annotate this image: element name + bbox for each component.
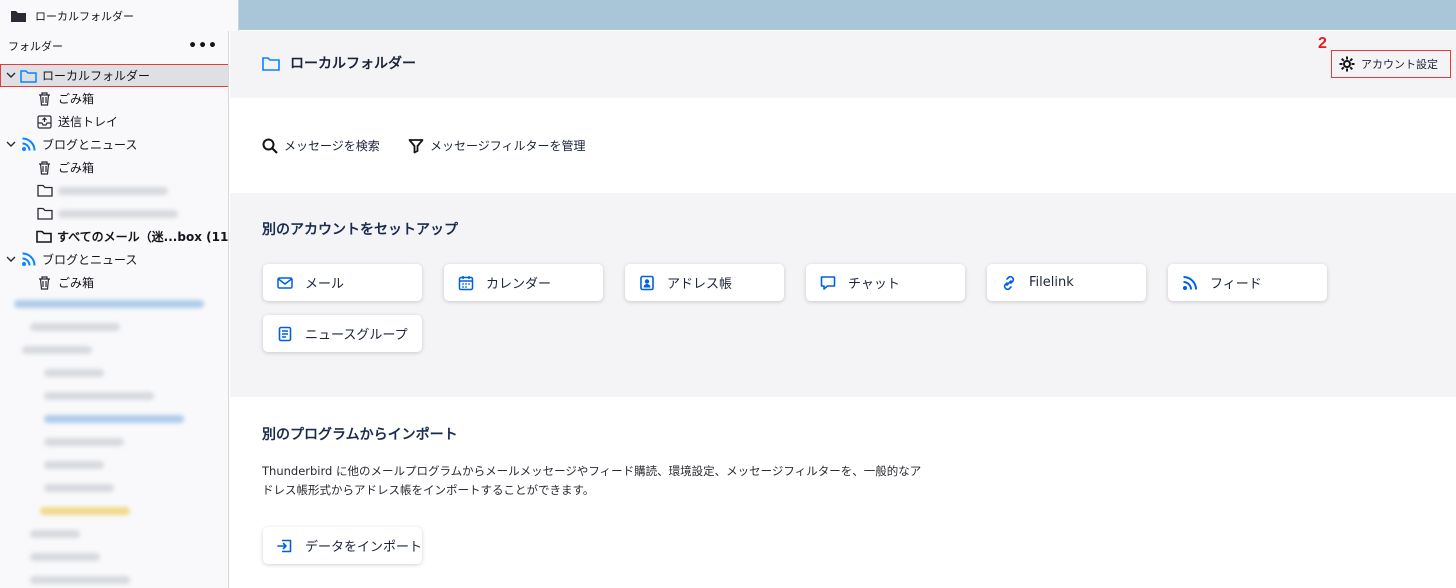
blurred-folder-row — [22, 346, 92, 354]
folder-outbox[interactable]: 送信トレイ — [0, 110, 228, 133]
folder-label: すべてのメール（迷...box (114) — [57, 230, 229, 244]
blurred-folder-row — [30, 576, 130, 584]
folder-blurred[interactable] — [0, 179, 228, 202]
trash-icon — [36, 91, 53, 106]
blurred-folder-row — [40, 507, 130, 515]
search-messages-link[interactable]: メッセージを検索 — [262, 137, 380, 154]
folder-local-folders[interactable]: ローカルフォルダー — [0, 64, 228, 87]
gear-icon — [1339, 56, 1355, 72]
setup-newsgroup-button[interactable]: ニュースグループ — [263, 315, 422, 352]
card-label: データをインポート — [305, 540, 423, 555]
card-label: カレンダー — [486, 277, 552, 292]
filter-icon — [408, 138, 424, 153]
blurred-folder-row — [30, 553, 100, 561]
setup-mail-button[interactable]: メール — [263, 264, 422, 301]
folder-icon — [262, 56, 280, 71]
account-blogs-news[interactable]: ブログとニュース — [0, 248, 228, 271]
blurred-folder-row — [44, 438, 124, 446]
chevron-down-icon[interactable] — [4, 256, 18, 263]
filelink-icon — [1003, 275, 1015, 290]
account-settings-label: アカウント設定 — [1361, 58, 1438, 71]
card-label: チャット — [848, 277, 900, 292]
card-label: Filelink — [1029, 275, 1074, 290]
blurred-folder-row — [44, 369, 104, 377]
address-book-icon — [640, 275, 654, 290]
feed-icon — [20, 137, 37, 152]
folder-pane: フォルダー ••• ローカルフォルダー ごみ箱 送信トレイ ブログとニュース ご… — [0, 31, 229, 588]
tab-local-folders[interactable]: ローカルフォルダー — [0, 0, 239, 31]
account-central: ローカルフォルダー 2 アカウント設定 メッセージを検索 メッセージフィルターを… — [230, 31, 1456, 588]
folder-all-mail[interactable]: すべてのメール（迷...box (114) — [0, 225, 229, 248]
folder-pane-menu-button[interactable]: ••• — [188, 38, 218, 54]
card-label: アドレス帳 — [667, 277, 733, 292]
folder-label: ローカルフォルダー — [42, 69, 151, 83]
manage-filters-label: メッセージフィルターを管理 — [430, 139, 586, 153]
blurred-folder-row — [44, 484, 114, 492]
blurred-folder-row — [30, 323, 120, 331]
search-messages-label: メッセージを検索 — [284, 139, 380, 153]
feed-icon — [1183, 275, 1197, 290]
folder-pane-header: フォルダー ••• — [0, 31, 228, 61]
trash-icon — [36, 160, 53, 175]
folder-label: ブログとニュース — [42, 253, 138, 267]
page-title-text: ローカルフォルダー — [290, 56, 416, 72]
trash-icon — [36, 275, 53, 290]
folder-icon — [36, 183, 53, 198]
folder-trash[interactable]: ごみ箱 — [0, 271, 228, 294]
card-label: フィード — [1210, 277, 1262, 292]
card-label: メール — [305, 277, 345, 292]
feed-icon — [20, 252, 37, 267]
folder-label: ブログとニュース — [42, 138, 138, 152]
setup-section-title: 別のアカウントをセットアップ — [262, 222, 458, 238]
folder-icon — [36, 229, 52, 244]
folder-label: 送信トレイ — [58, 115, 119, 129]
account-settings-button[interactable]: アカウント設定 — [1331, 50, 1451, 78]
folder-icon — [20, 68, 37, 83]
import-data-button[interactable]: データをインポート — [263, 527, 422, 564]
blurred-folder-row — [44, 392, 154, 400]
manage-filters-link[interactable]: メッセージフィルターを管理 — [408, 137, 586, 154]
blurred-label — [58, 186, 168, 195]
setup-filelink-button[interactable]: Filelink — [987, 264, 1146, 301]
newsgroup-icon — [278, 326, 292, 341]
calendar-icon — [458, 275, 474, 290]
folder-icon — [36, 206, 53, 221]
blurred-label — [58, 209, 178, 218]
chat-icon — [820, 275, 836, 290]
folder-blurred[interactable] — [0, 202, 228, 225]
import-icon — [277, 539, 292, 552]
page-title: ローカルフォルダー — [262, 53, 416, 73]
tab-title: ローカルフォルダー — [35, 9, 134, 23]
account-blogs-news[interactable]: ブログとニュース — [0, 133, 228, 156]
blurred-folder-row — [44, 415, 184, 423]
outbox-icon — [36, 114, 53, 129]
card-label: ニュースグループ — [305, 328, 408, 343]
setup-feed-button[interactable]: フィード — [1168, 264, 1327, 301]
folder-label: ごみ箱 — [58, 92, 95, 106]
setup-address-book-button[interactable]: アドレス帳 — [625, 264, 784, 301]
search-icon — [262, 138, 278, 154]
folder-trash[interactable]: ごみ箱 — [0, 156, 228, 179]
app-window: ローカルフォルダー フォルダー ••• ローカルフォルダー ごみ箱 送信トレイ … — [0, 0, 1456, 588]
annotation-2: 2 — [1318, 35, 1327, 52]
chevron-down-icon[interactable] — [4, 141, 18, 148]
mail-icon — [277, 276, 293, 289]
folder-label: ごみ箱 — [58, 161, 95, 175]
blurred-folder-row — [14, 300, 204, 308]
folder-icon — [11, 10, 26, 22]
folder-label: ごみ箱 — [58, 276, 95, 290]
tab-strip: ローカルフォルダー — [0, 0, 1456, 31]
setup-calendar-button[interactable]: カレンダー — [444, 264, 603, 301]
folder-trash[interactable]: ごみ箱 — [0, 87, 228, 110]
chevron-down-icon[interactable] — [4, 72, 18, 79]
import-description-line: Thunderbird に他のメールプログラムからメールメッセージやフィード購読… — [262, 464, 922, 478]
setup-chat-button[interactable]: チャット — [806, 264, 965, 301]
folder-pane-title: フォルダー — [8, 40, 63, 53]
blurred-folder-row — [44, 461, 104, 469]
blurred-folder-row — [30, 530, 80, 538]
import-description-line: ドレス帳形式からアドレス帳をインポートすることができます。 — [262, 483, 595, 497]
import-section-title: 別のプログラムからインポート — [262, 427, 458, 443]
import-description: Thunderbird に他のメールプログラムからメールメッセージやフィード購読… — [262, 462, 922, 500]
